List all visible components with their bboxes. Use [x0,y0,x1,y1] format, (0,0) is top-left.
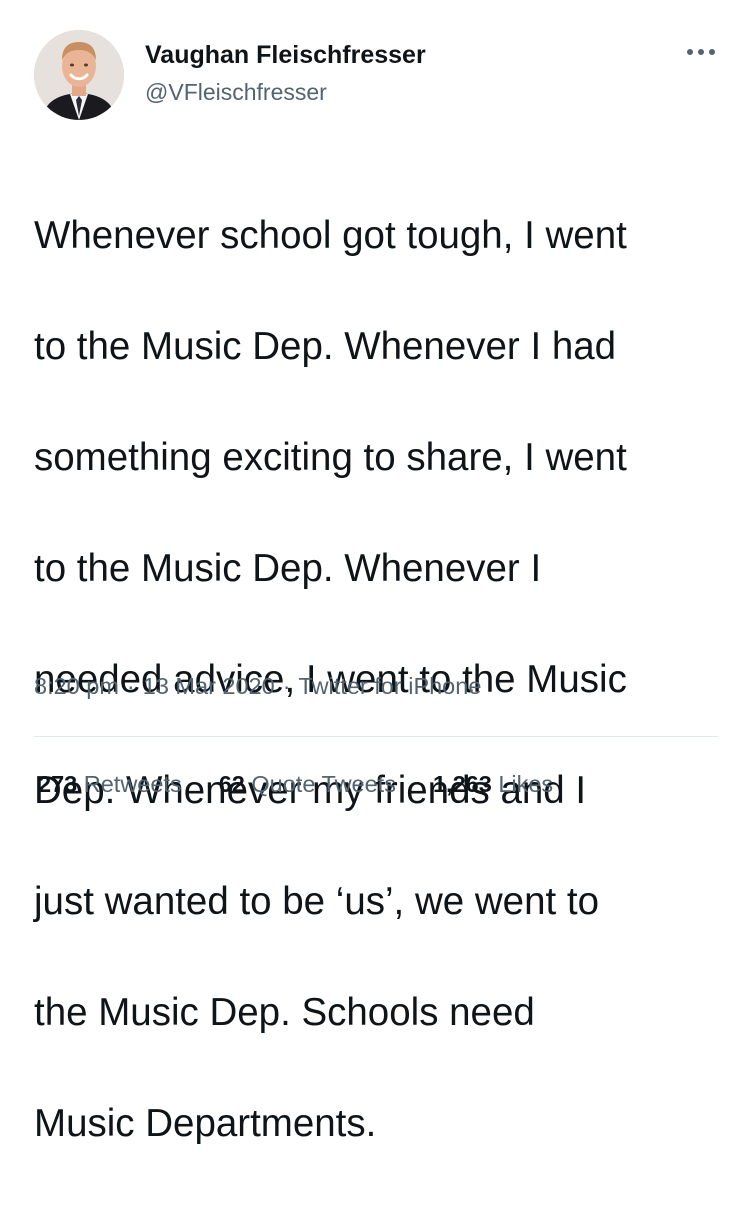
tweet-text-line: the Music Dep. Schools need [34,990,535,1034]
meta-separator: · [282,673,291,699]
tweet-time[interactable]: 8:20 pm [34,673,119,699]
meta-separator: · [126,673,135,699]
user-names: Vaughan Fleischfresser @VFleischfresser [145,40,426,106]
tweet-stats: 273 Retweets 62 Quote Tweets 1,263 Likes [38,768,553,800]
tweet-text-line: to the Music Dep. Whenever I had [34,324,617,368]
retweets-stat[interactable]: 273 Retweets [38,768,182,800]
retweets-label: Retweets [83,771,182,797]
tweet-text-line: just wanted to be ‘us’, we went to [34,879,599,923]
tweet-date[interactable]: 13 Mar 2020 [143,673,275,699]
likes-count: 1,263 [432,771,492,797]
likes-stat[interactable]: 1,263 Likes [433,768,553,800]
tweet-card: Vaughan Fleischfresser @VFleischfresser … [0,0,750,1145]
tweet-text-line: Music Departments. [34,1101,377,1145]
quote-tweets-stat[interactable]: 62 Quote Tweets [219,768,396,800]
retweets-count: 273 [38,771,78,797]
avatar[interactable] [34,30,124,120]
quote-tweets-label: Quote Tweets [251,771,396,797]
tweet-source[interactable]: Twitter for iPhone [299,673,482,699]
tweet-text-line: to the Music Dep. Whenever I [34,546,542,590]
divider [34,736,718,737]
tweet-text-line: Whenever school got tough, I went [34,213,627,257]
likes-label: Likes [498,771,554,797]
tweet-text-line: something exciting to share, I went [34,435,627,479]
display-name[interactable]: Vaughan Fleischfresser [145,40,426,70]
avatar-photo-icon [34,30,124,120]
more-options-icon[interactable] [684,42,718,62]
tweet-meta: 8:20 pm · 13 Mar 2020 · Twitter for iPhone [34,670,481,702]
quote-tweets-count: 62 [218,771,245,797]
user-handle[interactable]: @VFleischfresser [145,78,426,106]
tweet-header: Vaughan Fleischfresser @VFleischfresser [34,30,724,122]
